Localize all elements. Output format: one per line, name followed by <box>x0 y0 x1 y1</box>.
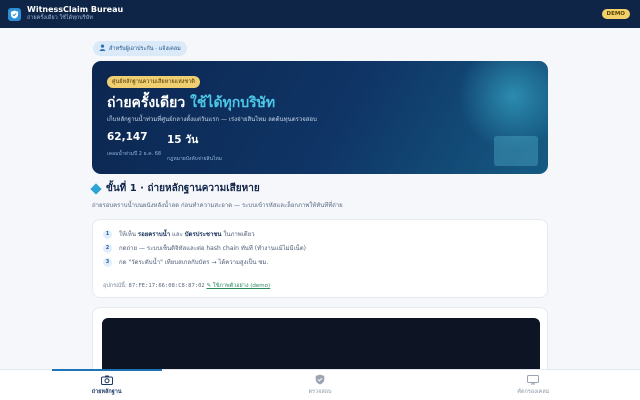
hero-title-accent: ใช้ได้ทุกบริษัท <box>190 95 276 111</box>
step-number: 3 <box>103 257 112 267</box>
stat-value: 15 วัน <box>167 134 199 146</box>
instruction-item: 1 ให้เห็น รอยคราบน้ำ และ บัตรประชาชน ในภ… <box>103 229 255 239</box>
app-title: WitnessClaim Bureau <box>27 5 124 15</box>
step-subtitle: ถ่ายรอบคราบน้ำบนผนังหลังน้ำลด ก่อนทำความ… <box>92 202 343 209</box>
stat-value: 62,147 <box>107 131 148 143</box>
camera-card <box>92 307 548 377</box>
instruction-text: กดถ่าย — ระบบเซ็นดิจิทัลและต่อ hash chai… <box>119 245 306 252</box>
hero-tile-decoration <box>494 136 538 166</box>
instructions-card: 1 ให้เห็น รอยคราบน้ำ และ บัตรประชาชน ในภ… <box>92 219 548 298</box>
diamond-icon <box>90 182 102 195</box>
instruction-text: กด "วัดระดับน้ำ" เทียบสเกลกับบัตร → ได้ค… <box>119 259 269 266</box>
hero-description: เก็บหลักฐานน้ำท่วมที่ศูนย์กลางตั้งแต่วัน… <box>107 116 317 123</box>
hero-stat-claims: 62,147 เคลมน้ำท่วมปี 2 ธ.ค. 68 <box>107 131 161 158</box>
camera-icon <box>100 375 113 385</box>
audience-chip-label: สำหรับผู้เอาประกัน · แจ้งเคลม <box>109 45 181 52</box>
bottom-nav: ถ่ายหลักฐาน ตรวจสอบ คัดกรองเคลม <box>0 369 640 400</box>
instruction-text: ให้เห็น รอยคราบน้ำ และ บัตรประชาชน ในภาพ… <box>119 231 255 238</box>
audience-chip[interactable]: สำหรับผู้เอาประกัน · แจ้งเคลม <box>93 41 187 56</box>
use-demo-image-link[interactable]: ✎ ใช้ภาพตัวอย่าง (demo) <box>206 283 270 289</box>
hero-title-main: ถ่ายครั้งเดียว <box>107 95 191 111</box>
step-number: 1 <box>103 229 112 239</box>
demo-badge: DEMO <box>601 9 630 19</box>
app-header: WitnessClaim Bureau ถ่ายครั้งเดียว ใช้ได… <box>0 0 640 28</box>
nav-tab-verify[interactable]: ตรวจสอบ <box>213 370 426 400</box>
shield-logo-icon <box>8 7 21 21</box>
step-title-text: ขั้นที่ 1 · ถ่ายหลักฐานความเสียหาย <box>106 183 260 194</box>
instruction-item: 2 กดถ่าย — ระบบเซ็นดิจิทัลและต่อ hash ch… <box>103 243 306 253</box>
user-icon <box>99 44 106 53</box>
device-label: อุปกรณ์นี้: <box>103 283 129 289</box>
stat-label: กฎหมายบังคับจ่ายสินไหม <box>167 156 223 162</box>
nav-tab-capture[interactable]: ถ่ายหลักฐาน <box>0 369 213 400</box>
instruction-item: 3 กด "วัดระดับน้ำ" เทียบสเกลกับบัตร → ได… <box>103 257 268 267</box>
hero-stat-days: 15 วัน กฎหมายบังคับจ่ายสินไหม <box>167 131 222 163</box>
step-title: ขั้นที่ 1 · ถ่ายหลักฐานความเสียหาย <box>90 181 260 196</box>
device-id: 87:FE:17:66:08:C8:87:02 <box>128 283 205 289</box>
hero-tag: ศูนย์หลักฐานความเสียหายแห่งชาติ <box>107 76 200 88</box>
hero-title: ถ่ายครั้งเดียว ใช้ได้ทุกบริษัท <box>107 92 275 114</box>
shield-icon <box>314 374 326 385</box>
nav-tab-label: ตรวจสอบ <box>308 388 332 395</box>
nav-tab-label: ถ่ายหลักฐาน <box>91 388 122 395</box>
app-subtitle: ถ่ายครั้งเดียว ใช้ได้ทุกบริษัท <box>27 15 93 22</box>
step-number: 2 <box>103 243 112 253</box>
monitor-icon <box>527 374 540 385</box>
stat-label: เคลมน้ำท่วมปี 2 ธ.ค. 68 <box>107 151 162 157</box>
device-info: อุปกรณ์นี้: 87:FE:17:66:08:C8:87:02 ✎ ใช… <box>103 282 270 290</box>
hero-banner: ศูนย์หลักฐานความเสียหายแห่งชาติ ถ่ายครั้… <box>92 61 548 174</box>
nav-tab-label: คัดกรองเคลม <box>517 388 550 395</box>
nav-tab-screening[interactable]: คัดกรองเคลม <box>427 370 640 400</box>
